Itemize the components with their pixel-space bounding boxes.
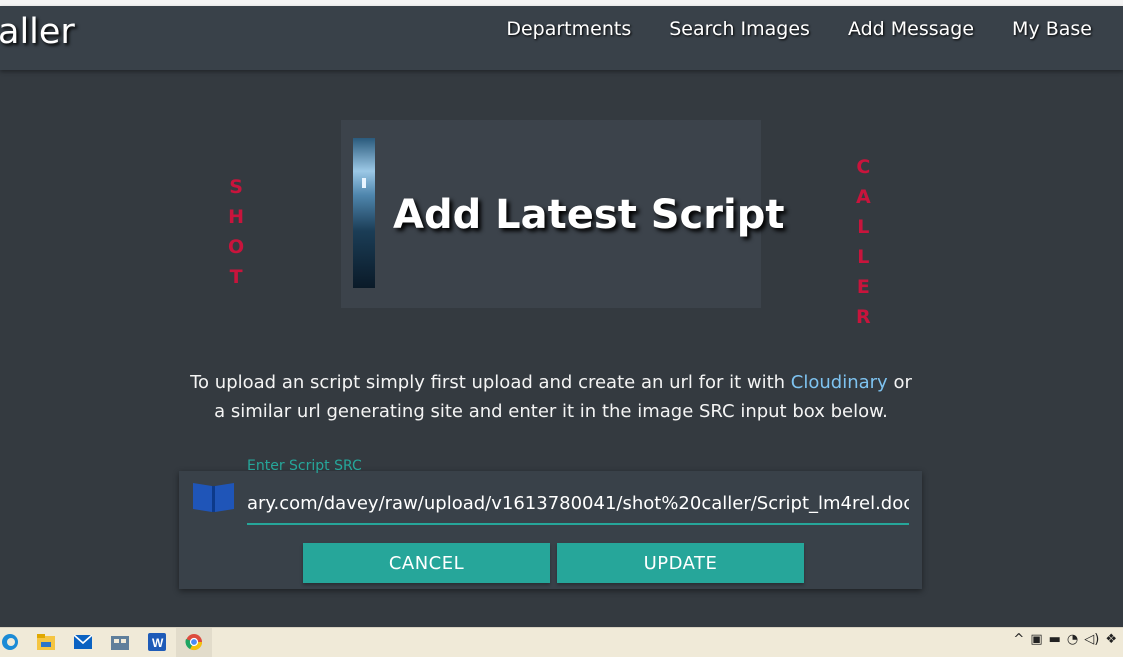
windows-taskbar: W ^ ▣ ▬ ◔ ◁) ❖	[0, 627, 1123, 657]
decor-letter: A	[856, 186, 871, 208]
hero-banner: Add Latest Script	[341, 120, 784, 308]
decor-letter: C	[856, 156, 871, 178]
navbar: aller Departments Search Images Add Mess…	[0, 6, 1123, 70]
update-button[interactable]: UPDATE	[557, 543, 804, 583]
edge-icon[interactable]	[0, 632, 20, 652]
decor-word-caller: C A L L E R	[856, 152, 871, 332]
nav-link-search-images[interactable]: Search Images	[669, 18, 810, 40]
script-src-input[interactable]	[247, 483, 909, 525]
instructions-text: or	[887, 372, 912, 393]
nav-link-my-base[interactable]: My Base	[1012, 18, 1092, 40]
instructions-line-2: a similar url generating site and enter …	[214, 401, 888, 422]
page-title: Add Latest Script	[393, 192, 785, 238]
instructions-line-1: To upload an script simply first upload …	[0, 368, 1102, 397]
decor-letter: R	[856, 306, 871, 328]
nav-links: Departments Search Images Add Message My…	[468, 18, 1092, 40]
cloudinary-link[interactable]: Cloudinary	[791, 372, 888, 393]
cancel-button[interactable]: CANCEL	[303, 543, 550, 583]
tray-overflow-icon[interactable]: ^	[1013, 632, 1024, 647]
decor-letter: L	[857, 216, 870, 238]
decor-letter: S	[229, 176, 243, 198]
store-icon[interactable]	[110, 632, 130, 652]
decor-letter: H	[228, 206, 245, 228]
tray-wifi-icon[interactable]: ◔	[1067, 632, 1078, 647]
brand-logo-text[interactable]: aller	[0, 12, 75, 52]
upload-instructions: To upload an script simply first upload …	[0, 368, 1102, 426]
tray-dropbox-icon[interactable]: ❖	[1105, 632, 1117, 647]
decor-word-shot: S H O T	[228, 172, 244, 292]
nav-link-departments[interactable]: Departments	[506, 18, 631, 40]
file-explorer-icon[interactable]	[36, 632, 56, 652]
decor-letter: O	[228, 236, 245, 258]
svg-text:W: W	[152, 636, 164, 650]
decor-letter: T	[229, 266, 243, 288]
book-icon	[193, 483, 234, 512]
decor-letter: E	[856, 276, 870, 298]
mail-icon[interactable]	[73, 632, 93, 652]
instructions-text: To upload an script simply first upload …	[190, 372, 791, 393]
tray-battery-icon[interactable]: ▬	[1049, 632, 1061, 647]
tray-volume-icon[interactable]: ◁)	[1084, 632, 1099, 647]
chrome-icon[interactable]	[184, 632, 204, 652]
word-icon[interactable]: W	[147, 632, 167, 652]
decor-letter: L	[857, 246, 870, 268]
hero-image-strip	[353, 138, 375, 288]
nav-link-add-message[interactable]: Add Message	[848, 18, 974, 40]
system-tray: ^ ▣ ▬ ◔ ◁) ❖	[1013, 632, 1117, 647]
script-src-label: Enter Script SRC	[247, 458, 362, 474]
tray-meet-icon[interactable]: ▣	[1030, 632, 1042, 647]
